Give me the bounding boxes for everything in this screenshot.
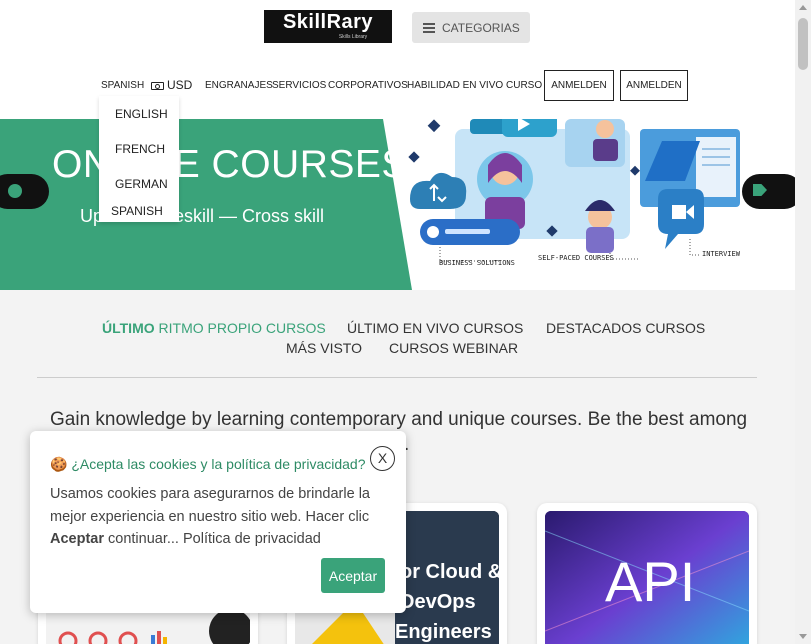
- scrollbar-thumb[interactable]: [798, 18, 808, 70]
- tab-active-prefix: ÚLTIMO: [102, 320, 155, 336]
- page-scrollbar[interactable]: [795, 0, 811, 644]
- tab-latest-self-paced[interactable]: ÚLTIMO RITMO PROPIO CURSOS: [102, 320, 326, 336]
- svg-text:DevOps: DevOps: [400, 591, 476, 613]
- skillrary-logo[interactable]: SkillRary Skills Library: [264, 10, 392, 43]
- scroll-down-arrow-icon[interactable]: [799, 634, 807, 639]
- hamburger-icon: [423, 22, 435, 33]
- logo-text: SkillRary: [282, 11, 374, 33]
- cookie-title-text: ¿Acepta las cookies y la política de pri…: [71, 456, 366, 472]
- nav-item-engranajes[interactable]: ENGRANAJES: [205, 80, 273, 91]
- nav-item-corporativos[interactable]: CORPORATIVOS: [328, 80, 408, 91]
- currency-selector[interactable]: USD: [151, 78, 192, 92]
- tab-featured[interactable]: DESTACADOS CURSOS: [546, 320, 705, 336]
- illustration-label-selfpaced: SELF-PACED COURSES: [538, 254, 614, 262]
- language-dropdown: ENGLISH FRENCH GERMAN SPANISH: [99, 96, 179, 222]
- illustration-label-business: BUSINESS SOLUTIONS: [439, 259, 515, 267]
- api-course-image: API: [545, 511, 749, 644]
- cookie-consent-popup: 🍪 ¿Acepta las cookies y la política de p…: [30, 431, 406, 613]
- tab-latest-live[interactable]: ÚLTIMO EN VIVO CURSOS: [347, 320, 523, 336]
- language-option-german[interactable]: GERMAN: [115, 177, 168, 191]
- language-option-english[interactable]: ENGLISH: [115, 107, 168, 121]
- language-selector[interactable]: SPANISH: [101, 80, 144, 91]
- cookie-body-text-1: Usamos cookies para asegurarnos de brind…: [50, 486, 370, 525]
- categories-label: CATEGORIAS: [442, 20, 520, 35]
- money-icon: [151, 82, 164, 90]
- section-divider: [37, 377, 757, 378]
- svg-text:Engineers: Engineers: [395, 621, 492, 643]
- login-button-2[interactable]: ANMELDEN: [620, 70, 688, 101]
- language-option-spanish[interactable]: SPANISH: [111, 204, 163, 218]
- login-button-1[interactable]: ANMELDEN: [544, 70, 614, 101]
- categories-button[interactable]: CATEGORIAS: [412, 12, 530, 43]
- svg-text:or Cloud &: or Cloud &: [400, 561, 499, 583]
- left-side-tab[interactable]: [0, 174, 49, 209]
- right-side-tab[interactable]: [742, 174, 795, 209]
- nav-item-curso[interactable]: CURSO: [506, 80, 542, 91]
- cookie-body: Usamos cookies para asegurarnos de brind…: [50, 483, 390, 551]
- language-option-french[interactable]: FRENCH: [115, 142, 165, 156]
- intro-text: Gain knowledge by learning contemporary …: [50, 409, 748, 430]
- cookie-title: 🍪 ¿Acepta las cookies y la política de p…: [50, 456, 366, 473]
- cookie-icon: 🍪: [50, 456, 68, 472]
- close-button[interactable]: X: [370, 446, 395, 471]
- cookie-body-text-2[interactable]: continuar... Política de privacidad: [104, 531, 321, 547]
- illustration-label-interview: INTERVIEW: [702, 250, 740, 258]
- tag-icon: [753, 184, 767, 196]
- logo-tagline: Skills Library: [338, 34, 368, 40]
- accept-cookies-button[interactable]: Aceptar: [321, 558, 385, 593]
- gear-icon: [8, 184, 22, 198]
- tab-most-viewed[interactable]: MÁS VISTO: [286, 340, 362, 356]
- currency-label: USD: [167, 78, 193, 92]
- cookie-body-bold: Aceptar: [50, 531, 104, 547]
- course-card-3[interactable]: API: [537, 503, 757, 644]
- nav-item-servicios[interactable]: SERVICIOS: [272, 80, 326, 91]
- scroll-up-arrow-icon[interactable]: [799, 5, 807, 10]
- tab-webinar[interactable]: CURSOS WEBINAR: [389, 340, 518, 356]
- nav-item-habilidad-en-vivo[interactable]: HABILIDAD EN VIVO: [407, 80, 503, 91]
- svg-text:API: API: [605, 550, 695, 613]
- tab-active-rest: RITMO PROPIO CURSOS: [154, 320, 326, 336]
